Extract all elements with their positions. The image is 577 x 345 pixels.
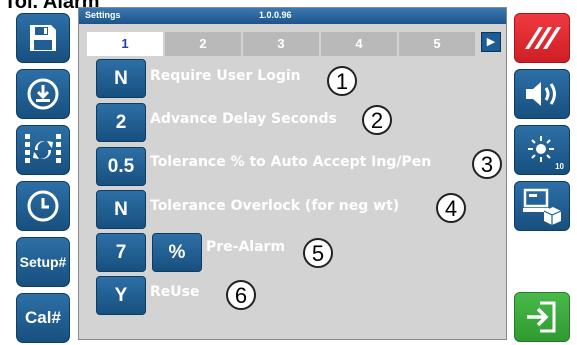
- tab-2[interactable]: 2: [165, 32, 241, 56]
- window-title: Settings: [85, 10, 121, 20]
- alarm-stop-button[interactable]: [514, 13, 570, 63]
- settings-panel: Settings 1.0.0.96 1 2 3 4 5 ▶ N Require …: [78, 7, 507, 340]
- clock-icon: [27, 190, 59, 222]
- callout-marker-3: 3: [472, 149, 502, 179]
- window-titlebar: Settings 1.0.0.96: [79, 8, 506, 24]
- pre-alarm-value-button[interactable]: 7: [96, 233, 146, 272]
- reuse-value-button[interactable]: Y: [96, 276, 146, 315]
- next-tab-button[interactable]: ▶: [481, 32, 501, 52]
- callout-marker-6: 6: [226, 280, 256, 310]
- require-login-label: Require User Login: [150, 68, 301, 84]
- advance-delay-label: Advance Delay Seconds: [150, 111, 337, 127]
- save-button[interactable]: [16, 13, 70, 63]
- sync-icon: [25, 134, 61, 163]
- download-icon: [27, 78, 59, 110]
- floppy-disk-icon: [30, 25, 56, 51]
- pre-alarm-label: Pre-Alarm: [206, 239, 286, 255]
- version-label: 1.0.0.96: [259, 10, 292, 20]
- download-button[interactable]: [16, 69, 70, 119]
- tolerance-auto-accept-value-button[interactable]: 0.5: [96, 147, 146, 186]
- pre-alarm-unit-button[interactable]: %: [152, 233, 202, 272]
- alarm-stripes-icon: [525, 27, 561, 49]
- enter-arrow-icon: [527, 301, 556, 333]
- callout-marker-4: 4: [436, 193, 466, 223]
- tab-5[interactable]: 5: [399, 32, 475, 56]
- require-login-value-button[interactable]: N: [96, 59, 146, 98]
- callout-marker-1: 1: [327, 66, 357, 96]
- tab-3[interactable]: 3: [243, 32, 319, 56]
- device-connect-button[interactable]: [514, 181, 570, 231]
- computer-package-icon: [523, 188, 562, 225]
- brightness-level: 10: [555, 162, 564, 171]
- tab-4[interactable]: 4: [321, 32, 397, 56]
- sync-button[interactable]: [16, 125, 70, 175]
- tab-bar: 1 2 3 4 5: [87, 32, 477, 56]
- tolerance-overlock-label: Tolerance Overlock (for neg wt): [150, 198, 400, 214]
- arrow-right-icon: ▶: [486, 36, 496, 48]
- setup-button[interactable]: Setup#: [16, 237, 70, 287]
- speaker-icon: [526, 82, 556, 106]
- tolerance-overlock-value-button[interactable]: N: [96, 190, 146, 229]
- volume-button[interactable]: [514, 69, 570, 119]
- advance-delay-value-button[interactable]: 2: [96, 103, 146, 142]
- clock-button[interactable]: [16, 181, 70, 231]
- callout-marker-5: 5: [303, 238, 333, 268]
- reuse-label: ReUse: [150, 284, 200, 300]
- brightness-button[interactable]: 10: [514, 125, 570, 175]
- tolerance-auto-accept-label: Tolerance % to Auto Accept Ing/Pen: [150, 154, 432, 170]
- cal-button[interactable]: Cal#: [16, 293, 70, 343]
- enter-button[interactable]: [514, 292, 570, 342]
- callout-marker-2: 2: [362, 105, 392, 135]
- tab-1[interactable]: 1: [87, 32, 163, 56]
